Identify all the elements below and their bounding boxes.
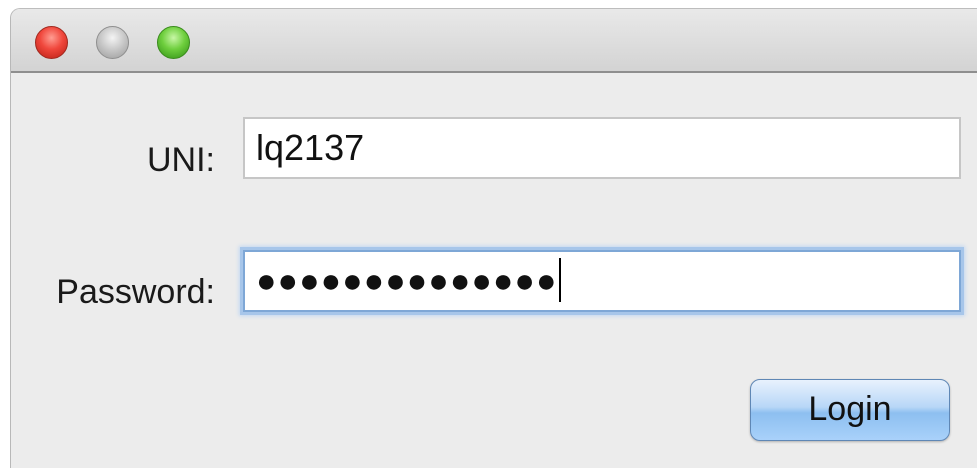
title-bar[interactable] bbox=[11, 9, 977, 73]
login-window: UNI: lq2137 Password: ●●●●●●●●●●●●●● Log… bbox=[10, 8, 977, 468]
login-button[interactable]: Login bbox=[750, 379, 950, 441]
password-input-value: ●●●●●●●●●●●●●● bbox=[256, 262, 558, 300]
text-caret bbox=[558, 258, 561, 303]
uni-input-value: lq2137 bbox=[256, 127, 365, 168]
minimize-window-button[interactable] bbox=[96, 26, 129, 59]
password-input[interactable]: ●●●●●●●●●●●●●● bbox=[243, 250, 961, 312]
zoom-window-button[interactable] bbox=[157, 26, 190, 59]
close-window-button[interactable] bbox=[35, 26, 68, 59]
uni-input[interactable]: lq2137 bbox=[243, 117, 961, 179]
uni-label: UNI: bbox=[147, 141, 215, 179]
password-label: Password: bbox=[56, 273, 215, 311]
